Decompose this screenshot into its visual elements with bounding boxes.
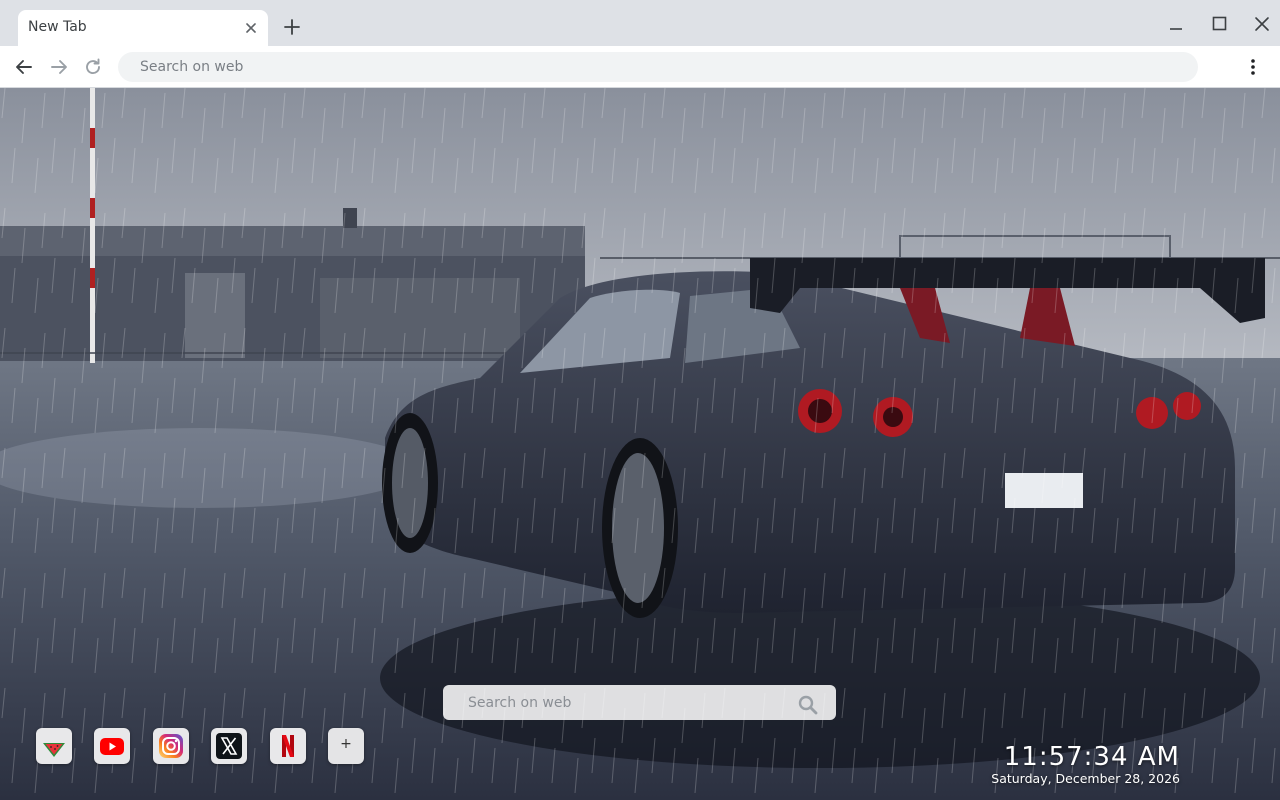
instagram-icon (159, 734, 183, 758)
kebab-menu-icon[interactable] (1243, 56, 1263, 78)
tab-new-tab[interactable]: New Tab (18, 10, 268, 46)
back-arrow-icon[interactable] (13, 56, 35, 78)
clock-date: Saturday, December 28, 2026 (991, 771, 1180, 786)
clock-time: 11:57:34 AM (1003, 742, 1180, 772)
forward-arrow-icon[interactable] (48, 56, 70, 78)
add-shortcut-button[interactable]: + (328, 728, 364, 764)
shortcut-youtube[interactable] (94, 728, 130, 764)
minimize-icon[interactable] (1164, 12, 1188, 36)
shortcut-instagram[interactable] (153, 728, 189, 764)
tab-strip: New Tab (0, 0, 1280, 46)
browser-toolbar (0, 46, 1280, 88)
tab-title: New Tab (28, 19, 87, 35)
search-icon[interactable] (797, 695, 819, 715)
watermelon-icon (43, 743, 65, 757)
shortcut-netflix[interactable] (270, 728, 306, 764)
new-tab-plus-icon[interactable] (281, 16, 303, 38)
shortcut-x[interactable] (211, 728, 247, 764)
netflix-icon (282, 735, 294, 757)
new-tab-page: + 11:57:34 AM Saturday, December 28, 202… (0, 88, 1280, 800)
x-icon (216, 733, 242, 759)
page-search-box (443, 685, 836, 720)
reload-icon[interactable] (82, 56, 104, 78)
clock-widget: 11:57:34 AM Saturday, December 28, 2026 (991, 742, 1180, 786)
close-window-icon[interactable] (1250, 12, 1274, 36)
maximize-icon[interactable] (1207, 12, 1231, 36)
page-search-input[interactable] (443, 685, 793, 720)
add-shortcut-label: + (340, 736, 352, 752)
address-bar-input[interactable] (118, 52, 1198, 82)
close-tab-icon[interactable] (242, 19, 260, 37)
shortcut-watermelon[interactable] (36, 728, 72, 764)
youtube-icon (100, 738, 124, 755)
